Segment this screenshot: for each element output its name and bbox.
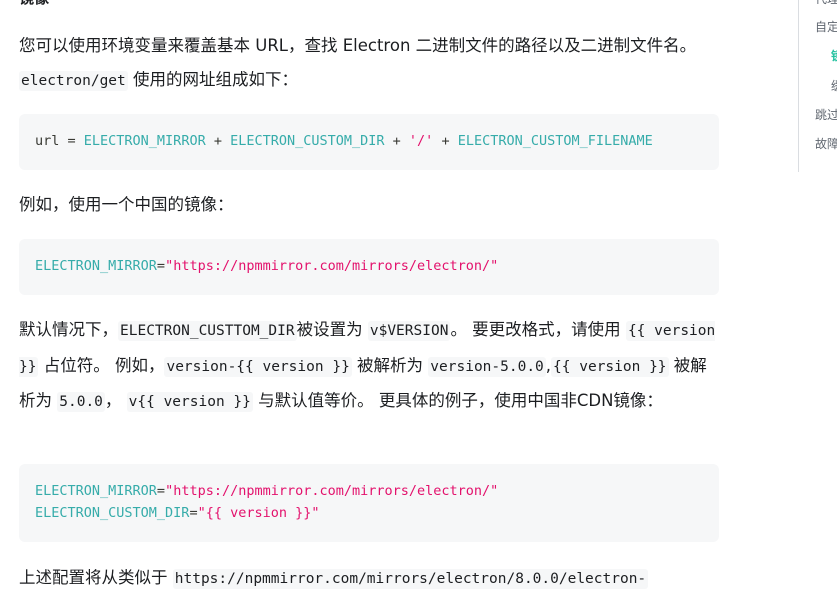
code-token: ELECTRON_CUSTOM_DIR	[35, 505, 190, 521]
para-text: 被设置为	[296, 320, 368, 339]
intro-text-suffix: 使用的网址组成如下：	[127, 69, 299, 89]
para-text: 被解析为	[351, 355, 429, 375]
para-text: 与默认值等价。 更具体的例子，使用中国非CDN镜像：	[252, 391, 663, 410]
inline-code: 5.0.0	[57, 392, 105, 412]
download-paragraph: 上述配置将从类似于 https://npmmirror.com/mirrors/…	[19, 561, 719, 597]
code-token: =	[156, 258, 166, 274]
example-paragraph: 例如，使用一个中国的镜像：	[19, 195, 234, 214]
para-text: 默认情况下，	[19, 320, 118, 339]
code-token: =	[156, 483, 166, 499]
intro-paragraph: 您可以使用环境变量来覆盖基本 URL，查找 Electron 二进制文件的路径以…	[19, 29, 719, 98]
code-token: ELECTRON_MIRROR	[83, 133, 206, 149]
inline-code: version-5.0.0	[428, 356, 546, 377]
inline-code-electron-get: electron/get	[19, 70, 128, 91]
code-token: ELECTRON_MIRROR	[35, 483, 157, 499]
code-block-mirror-example[interactable]: ELECTRON_MIRROR="https://npmmirror.com/m…	[19, 239, 719, 295]
toc-item-mirror[interactable]: 镜	[831, 47, 837, 64]
code-block-non-cdn-example[interactable]: ELECTRON_MIRROR="https://npmmirror.com/m…	[19, 464, 719, 542]
toc-item-custom[interactable]: 自定	[815, 18, 837, 35]
para-text: 上述配置将从类似于	[19, 568, 173, 587]
code-token: +	[205, 133, 231, 149]
para-text: 。 要更改格式，请使用	[450, 320, 626, 339]
code-token: "https://npmmirror.com/mirrors/electron/…	[165, 483, 499, 499]
code-token: ELECTRON_CUSTOM_FILENAME	[457, 133, 653, 149]
code-token: =	[59, 133, 84, 149]
inline-code: {{ version }}	[551, 356, 669, 377]
code-token: ELECTRON_CUSTOM_DIR	[230, 133, 385, 149]
code-block-url-format[interactable]: url = ELECTRON_MIRROR + ELECTRON_CUSTOM_…	[19, 114, 719, 170]
code-token: +	[433, 133, 458, 149]
code-token: "{{ version }}"	[197, 505, 320, 521]
intro-text: 您可以使用环境变量来覆盖基本 URL，查找 Electron 二进制文件的路径以…	[19, 36, 697, 55]
toc-item-troubleshoot[interactable]: 故障	[815, 135, 837, 152]
table-of-contents: 代理 自定 镜 缓 跳过 故障	[798, 0, 837, 172]
inline-code: v{{ version }}	[126, 392, 253, 412]
inline-code: version-{{ version }}	[164, 356, 352, 377]
inline-code: ELECTRON_CUSTTOM_DIR	[118, 321, 297, 341]
code-token: url	[35, 133, 60, 149]
para-text: 占位符。 例如，	[38, 355, 165, 375]
section-heading: 镜像	[19, 0, 49, 8]
code-token: "https://npmmirror.com/mirrors/electron/…	[165, 258, 499, 274]
code-token: '/'	[408, 133, 434, 149]
custom-dir-paragraph: 默认情况下， ELECTRON_CUSTTOM_DIR 被设置为 v$VERSION…	[19, 313, 719, 420]
inline-code: v$VERSION	[367, 321, 451, 341]
toc-item-proxy[interactable]: 代理	[815, 0, 837, 7]
toc-item-skip[interactable]: 跳过	[815, 106, 837, 123]
code-token: ELECTRON_MIRROR	[35, 258, 157, 274]
toc-item-cache[interactable]: 缓	[831, 77, 837, 94]
code-token: +	[384, 133, 409, 149]
para-text: ，	[104, 391, 127, 410]
inline-code-url: https://npmmirror.com/mirrors/electron/8…	[172, 569, 649, 589]
code-token: =	[189, 505, 198, 521]
